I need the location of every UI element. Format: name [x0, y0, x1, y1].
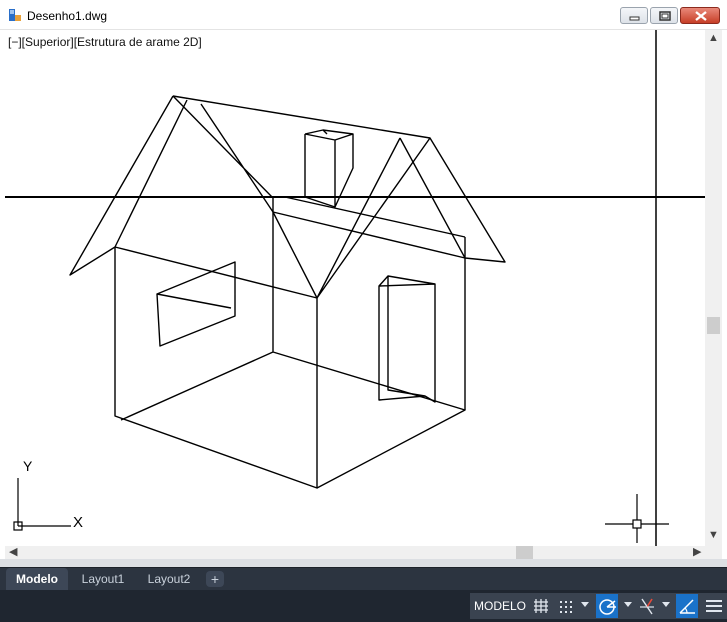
minimize-button[interactable]: [620, 7, 648, 24]
horizontal-scrollbar[interactable]: ◀ ▶: [5, 546, 705, 559]
polar-tracking-icon[interactable]: [596, 594, 618, 618]
tab-layout1[interactable]: Layout1: [74, 568, 132, 590]
autocad-app-icon: [8, 8, 22, 22]
pickbox-cursor: [605, 494, 669, 543]
vertical-scroll-thumb[interactable]: [707, 317, 720, 334]
roof-ridge: [172, 95, 506, 263]
horizontal-scroll-thumb[interactable]: [516, 546, 533, 559]
ucs-x-label: X: [73, 514, 84, 531]
close-icon: [695, 11, 707, 21]
front-wall: [114, 246, 318, 489]
scroll-left-icon[interactable]: ◀: [9, 547, 17, 558]
ucs-icon: [13, 478, 71, 531]
tab-modelo[interactable]: Modelo: [6, 568, 68, 590]
minimize-icon: [629, 16, 640, 21]
scroll-down-icon[interactable]: ▼: [708, 530, 719, 541]
polar-dropdown-icon[interactable]: [624, 602, 632, 607]
status-bar: MODELO: [0, 590, 727, 622]
maximize-icon: [659, 11, 671, 21]
window-frame: [722, 30, 727, 560]
floor: [120, 212, 466, 489]
window-title: Desenho1.dwg: [27, 9, 108, 23]
vertical-scrollbar[interactable]: ▲ ▼: [705, 30, 722, 546]
tab-layout2[interactable]: Layout2: [140, 568, 198, 590]
ortho-icon[interactable]: [636, 594, 658, 618]
ortho-dropdown-icon[interactable]: [662, 602, 670, 607]
viewport-controls-label[interactable]: [−][Superior][Estrutura de arame 2D]: [8, 35, 202, 49]
drawing-viewport[interactable]: [−][Superior][Estrutura de arame 2D] Y X: [5, 30, 705, 546]
scroll-up-icon[interactable]: ▲: [708, 33, 719, 44]
grid-icon[interactable]: [530, 594, 552, 618]
layout-tab-bar: Modelo Layout1 Layout2 +: [0, 567, 727, 591]
left-gable: [69, 95, 274, 276]
snap-dropdown-icon[interactable]: [581, 602, 589, 607]
scroll-corner: [705, 546, 722, 559]
isodraft-icon[interactable]: [676, 594, 698, 618]
model-space-button[interactable]: MODELO: [471, 594, 529, 618]
status-toggles: MODELO: [470, 593, 727, 619]
scroll-right-icon[interactable]: ▶: [693, 547, 701, 558]
chimney: [304, 129, 354, 208]
snap-icon[interactable]: [555, 594, 577, 618]
close-button[interactable]: [680, 7, 720, 24]
maximize-button[interactable]: [650, 7, 678, 24]
title-bar: Desenho1.dwg: [0, 0, 727, 30]
menu-icon[interactable]: [703, 594, 725, 618]
ucs-y-label: Y: [23, 458, 33, 474]
door: [378, 275, 436, 403]
add-layout-button[interactable]: +: [206, 571, 224, 587]
tab-separator: [0, 559, 727, 567]
house-wireframe-drawing: [5, 30, 705, 546]
